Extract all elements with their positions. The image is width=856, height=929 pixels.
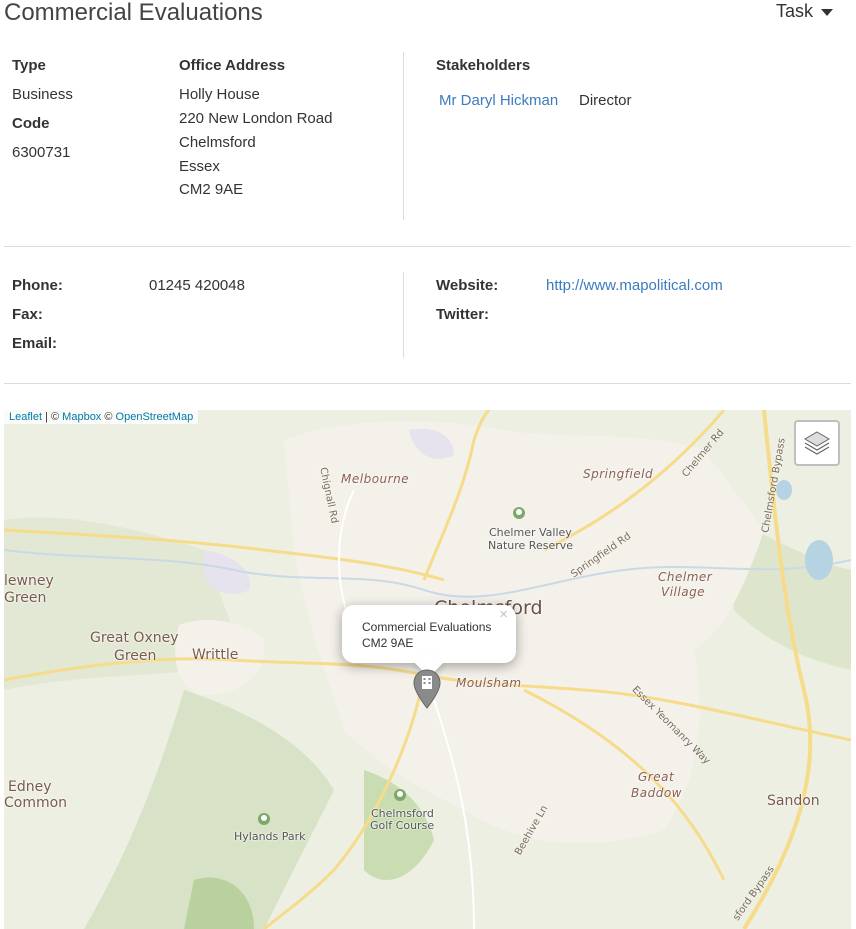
place-springfield: Springfield	[583, 467, 654, 481]
twitter-label: Twitter:	[436, 306, 490, 323]
openstreetmap-link[interactable]: OpenStreetMap	[116, 411, 194, 423]
phone-label: Phone:	[12, 277, 63, 294]
address-line-5: CM2 9AE	[179, 181, 244, 198]
park-icon	[258, 813, 270, 825]
page-title: Commercial Evaluations	[4, 0, 263, 26]
place-sandon: Sandon	[767, 793, 820, 809]
place-great-baddow-2: Baddow	[631, 786, 682, 800]
place-newney-1: lewney	[4, 573, 54, 589]
code-value: 6300731	[12, 144, 71, 161]
stakeholders-label: Stakeholders	[436, 57, 531, 74]
location-marker-icon[interactable]	[411, 668, 443, 712]
task-label: Task	[776, 1, 814, 21]
stakeholder-role: Director	[579, 92, 632, 109]
place-golf-course-2: Golf Course	[370, 819, 435, 832]
code-label: Code	[12, 115, 50, 132]
mapbox-link[interactable]: Mapbox	[62, 411, 101, 423]
place-newney-2: Green	[4, 590, 47, 606]
place-great-baddow-1: Great	[638, 770, 675, 784]
website-label: Website:	[436, 277, 499, 294]
place-edney-2: Common	[4, 795, 68, 811]
attribution-sep-2: ©	[101, 411, 116, 423]
fax-label: Fax:	[12, 306, 43, 323]
golf-course-icon	[394, 789, 406, 801]
stakeholder-name-link[interactable]: Mr Daryl Hickman	[439, 92, 558, 109]
contact-divider	[403, 272, 404, 358]
place-great-oxney-1: Great Oxney	[90, 630, 179, 646]
type-label: Type	[12, 57, 46, 74]
map[interactable]: Leaflet | © Mapbox © OpenStreetMap Melbo…	[4, 410, 851, 929]
layers-icon	[804, 431, 830, 455]
caret-down-icon	[821, 9, 834, 16]
attribution-sep-1: | ©	[42, 411, 63, 423]
popup-close-button[interactable]: ×	[499, 607, 508, 623]
popup-postcode: CM2 9AE	[362, 636, 414, 650]
task-dropdown-button[interactable]: Task	[776, 1, 834, 22]
place-chelmer-village-1: Chelmer	[658, 570, 713, 584]
section-divider-2	[4, 383, 851, 384]
address-line-2: 220 New London Road	[179, 110, 333, 127]
map-attribution: Leaflet | © Mapbox © OpenStreetMap	[4, 410, 199, 424]
section-divider	[4, 246, 851, 247]
place-edney-1: Edney	[8, 779, 52, 795]
type-value: Business	[12, 86, 73, 103]
leaflet-link[interactable]: Leaflet	[9, 411, 42, 423]
place-melbourne: Melbourne	[341, 472, 410, 486]
place-writtle: Writtle	[192, 647, 239, 663]
map-popup: Commercial Evaluations CM2 9AE ×	[342, 605, 516, 678]
phone-value: 01245 420048	[149, 277, 245, 294]
nature-reserve-icon	[513, 507, 525, 519]
place-nature-reserve-2: Nature Reserve	[488, 539, 574, 552]
website-link[interactable]: http://www.mapolitical.com	[546, 277, 723, 294]
address-line-1: Holly House	[179, 86, 260, 103]
place-hylands-park: Hylands Park	[234, 830, 306, 843]
email-label: Email:	[12, 335, 58, 352]
place-chelmer-village-2: Village	[661, 585, 706, 599]
details-divider	[403, 52, 404, 220]
office-address-label: Office Address	[179, 57, 286, 74]
address-line-4: Essex	[179, 158, 220, 175]
place-great-oxney-2: Green	[114, 648, 157, 664]
popup-title: Commercial Evaluations	[362, 620, 492, 634]
layers-control-button[interactable]	[794, 420, 840, 466]
place-moulsham: Moulsham	[456, 676, 522, 690]
address-line-3: Chelmsford	[179, 134, 256, 151]
